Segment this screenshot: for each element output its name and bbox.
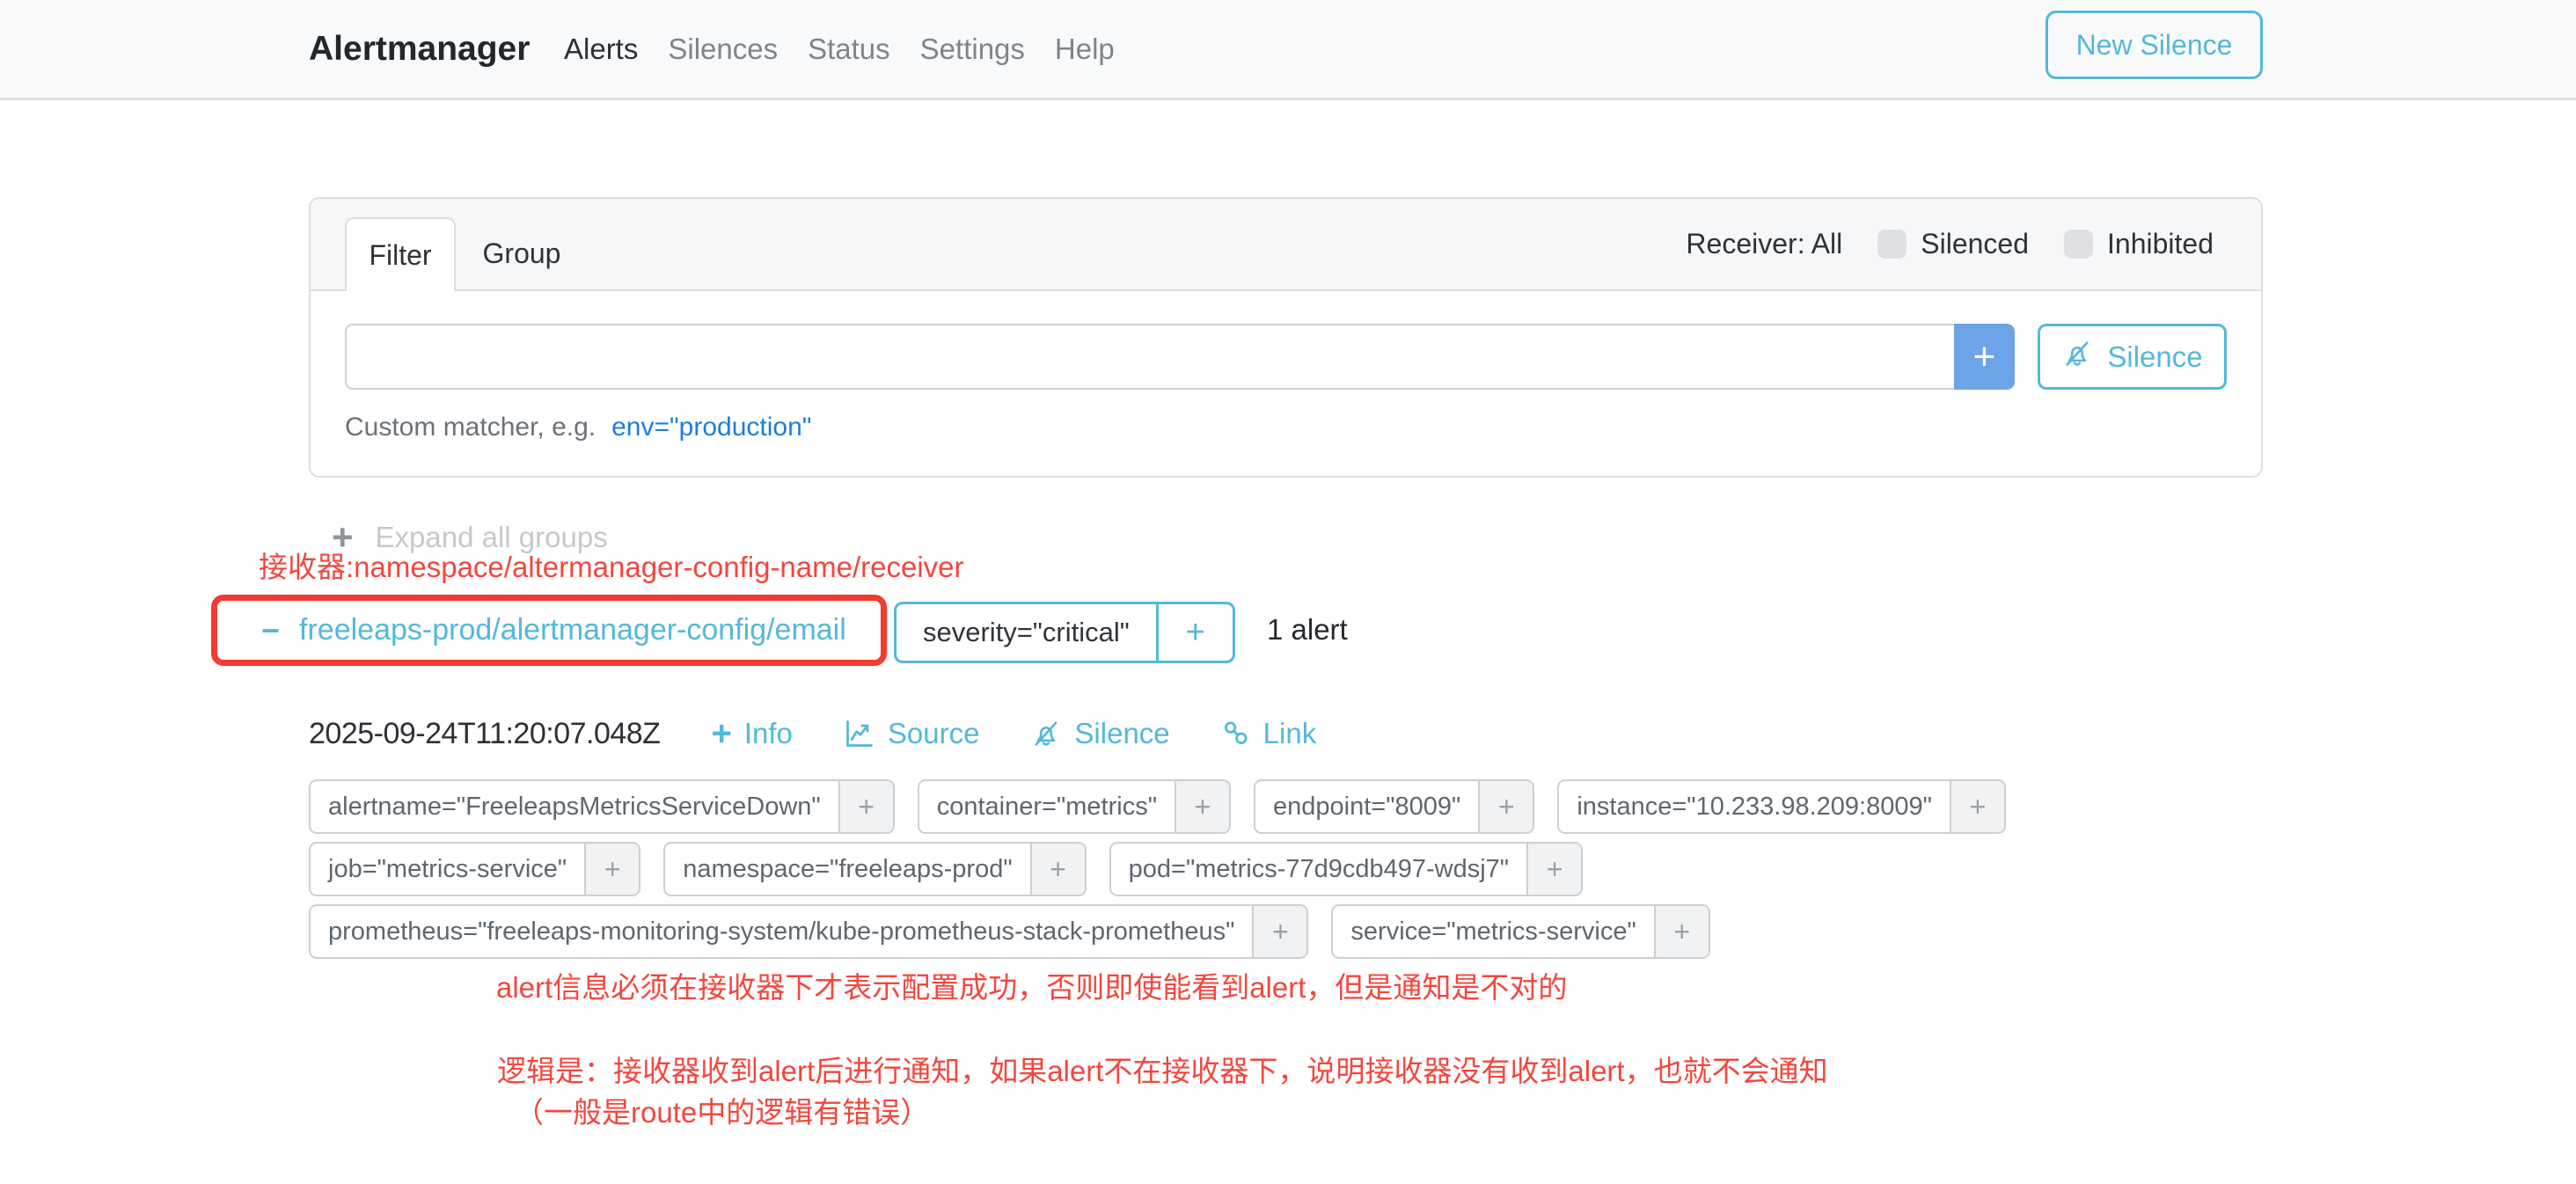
alert-meta-row: 2025-09-24T11:20:07.048Z + Info Source [309,711,1316,756]
add-filter-button[interactable]: + [1478,781,1533,832]
alert-label-text: alertname="FreeleapsMetricsServiceDown" [311,781,838,832]
annotation-note-1: alert信息必须在接收器下才表示配置成功，否则即使能看到alert，但是通知是… [496,964,1567,1006]
silence-action-label: Silence [1074,717,1169,750]
alert-label-chip: service="metrics-service" + [1331,904,1709,959]
alert-label-text: service="metrics-service" [1333,906,1653,957]
alert-label-text: endpoint="8009" [1255,781,1478,832]
alert-label-chip: job="metrics-service" + [309,842,640,896]
label-row: alertname="FreeleapsMetricsServiceDown" … [309,779,2006,834]
add-filter-button[interactable]: + [584,844,639,895]
group-matcher-label: severity="critical" [896,604,1156,661]
silenced-checkbox-item[interactable]: Silenced [1877,228,2029,260]
alert-label-text: namespace="freeleaps-prod" [665,844,1029,895]
annotation-note-2: 逻辑是：接收器收到alert后进行通知，如果alert不在接收器下，说明接收器没… [497,1048,1828,1090]
alert-label-text: job="metrics-service" [311,844,584,895]
info-action[interactable]: + Info [711,716,792,751]
alert-label-text: container="metrics" [919,781,1175,832]
filter-header-controls: Receiver: All Silenced Inhibited [1686,199,2214,289]
top-navbar: Alertmanager Alerts Silences Status Sett… [0,0,2576,100]
receiver-group-toggle[interactable]: − freeleaps-prod/alertmanager-config/ema… [261,613,846,647]
bell-slash-icon [1030,718,1062,749]
nav-item-settings[interactable]: Settings [920,33,1025,66]
inhibited-checkbox-label: Inhibited [2107,228,2214,260]
nav-item-help[interactable]: Help [1055,33,1115,66]
add-filter-button[interactable]: + [1252,906,1306,957]
link-action-label: Link [1263,717,1317,750]
alert-label-chip: instance="10.233.98.209:8009" + [1557,779,2006,834]
annotation-note-3: （一般是route中的逻辑有错误） [515,1089,929,1131]
inhibited-checkbox[interactable] [2064,230,2093,259]
matcher-input[interactable] [345,324,1954,390]
bell-slash-icon [2061,338,2093,376]
add-filter-button[interactable]: + [1526,844,1581,895]
add-filter-button[interactable]: + [1175,781,1229,832]
nav-item-alerts[interactable]: Alerts [564,33,638,66]
group-matcher-chip: severity="critical" + [894,602,1235,663]
silence-from-filter-button[interactable]: Silence [2038,324,2227,390]
matcher-hint: Custom matcher, e.g. env="production" [345,413,2227,442]
receiver-group-name: freeleaps-prod/alertmanager-config/email [299,613,846,647]
filter-card-body: + Silence Custom matcher, e.g. env="produ… [311,291,2261,475]
label-row: prometheus="freeleaps-monitoring-system/… [309,904,2006,959]
add-matcher-button[interactable]: + [1954,324,2015,390]
alert-label-chip: container="metrics" + [918,779,1231,834]
add-filter-button[interactable]: + [1654,906,1709,957]
nav-item-status[interactable]: Status [808,33,890,66]
alert-label-chip: alertname="FreeleapsMetricsServiceDown" … [309,779,895,834]
alert-label-text: instance="10.233.98.209:8009" [1559,781,1950,832]
source-action[interactable]: Source [844,717,980,750]
alert-label-chip: pod="metrics-77d9cdb497-wdsj7" + [1109,842,1583,896]
alert-count: 1 alert [1267,613,1348,647]
minus-icon: − [261,615,280,647]
alertmanager-page: Alertmanager Alerts Silences Status Sett… [0,0,2576,1184]
alert-labels: alertname="FreeleapsMetricsServiceDown" … [309,779,2006,959]
silenced-checkbox[interactable] [1877,230,1906,259]
alert-timestamp: 2025-09-24T11:20:07.048Z [309,717,660,751]
tab-filter[interactable]: Filter [345,217,456,291]
alert-label-chip: prometheus="freeleaps-monitoring-system/… [309,904,1308,959]
label-row: job="metrics-service" + namespace="freel… [309,842,2006,896]
matcher-input-row: + Silence [345,324,2227,390]
matcher-hint-text: Custom matcher, e.g. [345,413,596,442]
annotation-receiver-note: 接收器:namespace/altermanager-config-name/r… [259,544,964,586]
alert-label-chip: namespace="freeleaps-prod" + [663,842,1086,896]
receiver-filter-label[interactable]: Receiver: All [1686,228,1842,260]
silence-action[interactable]: Silence [1030,717,1169,750]
chart-icon [844,718,875,749]
alert-label-text: prometheus="freeleaps-monitoring-system/… [311,906,1252,957]
filter-card-header: Filter Group Receiver: All Silenced Inhi… [311,199,2261,291]
link-icon [1221,719,1251,749]
app-brand[interactable]: Alertmanager [309,0,530,98]
main-nav: Alerts Silences Status Settings Help [564,0,1115,98]
matcher-example-link[interactable]: env="production" [611,413,811,442]
filter-card: Filter Group Receiver: All Silenced Inhi… [309,197,2263,478]
info-action-label: Info [744,717,793,750]
alert-label-text: pod="metrics-77d9cdb497-wdsj7" [1111,844,1526,895]
add-filter-button[interactable]: + [1030,844,1085,895]
group-matcher-add-button[interactable]: + [1156,604,1233,661]
silenced-checkbox-label: Silenced [1921,228,2029,260]
tab-group[interactable]: Group [469,217,574,289]
plus-icon: + [711,716,731,751]
new-silence-button[interactable]: New Silence [2045,11,2263,79]
inhibited-checkbox-item[interactable]: Inhibited [2064,228,2214,260]
alert-label-chip: endpoint="8009" + [1254,779,1534,834]
add-filter-button[interactable]: + [1950,781,2004,832]
nav-item-silences[interactable]: Silences [668,33,778,66]
annotation-red-box: − freeleaps-prod/alertmanager-config/ema… [211,595,887,666]
link-action[interactable]: Link [1221,717,1317,750]
source-action-label: Source [888,717,980,750]
silence-filter-button-label: Silence [2107,340,2202,374]
add-filter-button[interactable]: + [838,781,893,832]
